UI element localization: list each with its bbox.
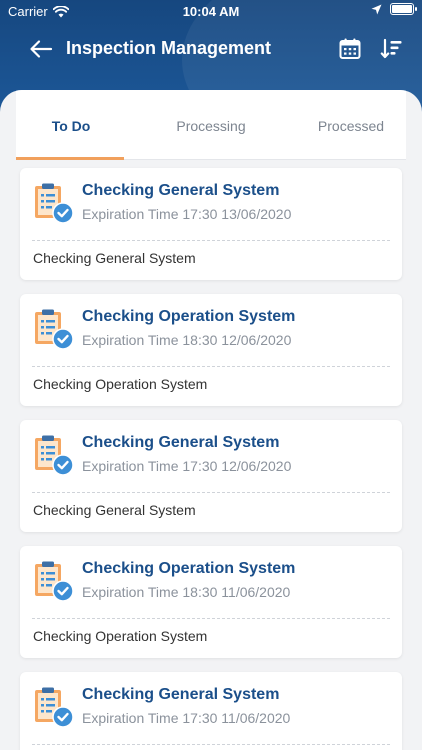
back-arrow-icon[interactable] xyxy=(28,36,54,62)
task-title: Checking Operation System xyxy=(82,560,296,577)
battery-icon xyxy=(390,3,417,15)
card-divider xyxy=(32,492,390,493)
task-description: Checking General System xyxy=(33,250,196,266)
status-time: 10:04 AM xyxy=(182,4,240,19)
card-divider xyxy=(32,366,390,367)
clipboard-check-icon xyxy=(35,435,74,476)
task-expiration: Expiration Time 17:30 11/06/2020 xyxy=(82,710,291,726)
task-expiration: Expiration Time 17:30 12/06/2020 xyxy=(82,458,292,474)
card-divider xyxy=(32,618,390,619)
clipboard-check-icon xyxy=(35,561,74,602)
task-title: Checking General System xyxy=(82,182,280,199)
active-tab-indicator xyxy=(16,157,124,160)
task-expiration: Expiration Time 17:30 13/06/2020 xyxy=(82,206,292,222)
task-description: Checking General System xyxy=(33,502,196,518)
card-divider xyxy=(32,744,390,745)
tab-processed[interactable]: Processed xyxy=(296,118,406,134)
task-card[interactable]: Checking General System Expiration Time … xyxy=(20,168,402,280)
tab-bar: To Do Processing Processed xyxy=(16,90,406,160)
tab-processing[interactable]: Processing xyxy=(156,118,266,134)
task-expiration: Expiration Time 18:30 12/06/2020 xyxy=(82,332,292,348)
clipboard-check-icon xyxy=(35,309,74,350)
card-divider xyxy=(32,240,390,241)
task-title: Checking General System xyxy=(82,434,280,451)
task-title: Checking General System xyxy=(82,686,280,703)
task-card[interactable]: Checking Operation System Expiration Tim… xyxy=(20,294,402,406)
task-description: Checking Operation System xyxy=(33,628,208,644)
task-card[interactable]: Checking Operation System Expiration Tim… xyxy=(20,546,402,658)
status-right xyxy=(371,3,417,15)
clipboard-check-icon xyxy=(35,687,74,728)
navigation-bar: Inspection Management xyxy=(0,26,422,72)
sort-filter-icon[interactable] xyxy=(380,37,404,61)
page-title: Inspection Management xyxy=(66,38,272,58)
main-content: To Do Processing Processed Checking Gene… xyxy=(0,90,422,750)
location-arrow-icon xyxy=(371,4,382,14)
clipboard-check-icon xyxy=(35,183,74,224)
tab-to-do[interactable]: To Do xyxy=(16,118,126,134)
calendar-icon[interactable] xyxy=(338,37,362,61)
task-description: Checking Operation System xyxy=(33,376,208,392)
task-title: Checking Operation System xyxy=(82,308,296,325)
task-card[interactable]: Checking General System Expiration Time … xyxy=(20,672,402,750)
status-bar: Carrier 10:04 AM xyxy=(0,0,422,24)
task-expiration: Expiration Time 18:30 11/06/2020 xyxy=(82,584,291,600)
task-card[interactable]: Checking General System Expiration Time … xyxy=(20,420,402,532)
